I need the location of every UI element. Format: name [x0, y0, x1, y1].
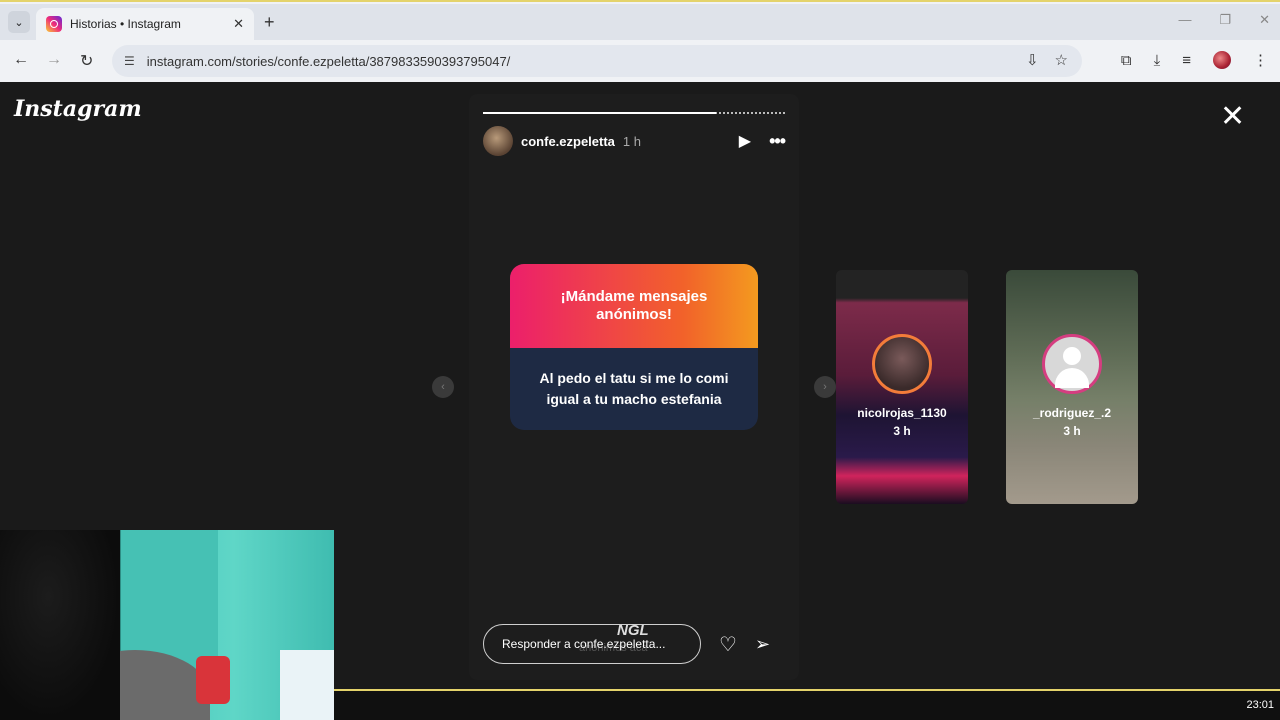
tab-title: Historias • Instagram	[70, 17, 181, 31]
media-control-icon[interactable]: ≡	[1182, 52, 1191, 69]
restore-icon[interactable]: ❐	[1219, 12, 1231, 28]
toolbar-actions: ⧉ ⤓ ≡ ⋮	[1121, 51, 1268, 69]
tab-search-icon[interactable]: ⌄	[8, 11, 30, 33]
browser-toolbar: ← → ↻ ☰ instagram.com/stories/confe.ezpe…	[0, 40, 1280, 84]
active-story[interactable]: confe.ezpeletta 1 h ▶ ••• ¡Mándame mensa…	[469, 94, 799, 680]
close-viewer-icon[interactable]: ✕	[1220, 102, 1245, 132]
instagram-favicon-icon	[46, 16, 62, 32]
ngl-card-header: ¡Mándame mensajes anónimos!	[510, 264, 758, 348]
window-close-icon[interactable]: ✕	[1259, 12, 1270, 28]
forward-icon[interactable]: →	[46, 51, 62, 69]
preview-username: _rodriguez_.2	[1032, 406, 1112, 420]
story-time: 1 h	[622, 133, 641, 149]
reload-icon[interactable]: ↻	[80, 51, 93, 71]
like-heart-icon[interactable]: ♡	[719, 632, 737, 657]
address-bar[interactable]: ☰ instagram.com/stories/confe.ezpeletta/…	[112, 45, 1082, 77]
webcam-overlay	[0, 530, 334, 720]
next-story-icon[interactable]: ›	[814, 376, 836, 398]
taskbar-clock: 23:01	[1246, 699, 1274, 711]
more-options-icon[interactable]: •••	[769, 131, 786, 152]
extensions-icon[interactable]: ⧉	[1121, 52, 1132, 69]
story-user-avatar[interactable]	[483, 126, 513, 156]
address-bar-actions: ⇩ ☆	[1026, 51, 1068, 69]
webcam-phone	[196, 656, 230, 704]
ngl-message: Al pedo el tatu si me lo comi igual a tu…	[539, 370, 729, 407]
menu-kebab-icon[interactable]: ⋮	[1253, 51, 1268, 69]
ngl-title: ¡Mándame mensajes anónimos!	[560, 288, 708, 323]
story-reply-row: Responder a confe.ezpeletta... ♡ ➢	[483, 624, 785, 664]
story-progress-bar	[483, 112, 785, 114]
preview-time: 3 h	[893, 424, 911, 438]
bookmark-star-icon[interactable]: ☆	[1055, 51, 1068, 69]
webcam-bed	[280, 650, 334, 720]
downloads-icon[interactable]: ⤓	[1154, 52, 1161, 69]
play-icon[interactable]: ▶	[739, 131, 751, 151]
tab-close-icon[interactable]: ✕	[233, 16, 244, 32]
tab-active[interactable]: Historias • Instagram ✕	[36, 8, 254, 40]
webcam-background-door	[118, 530, 218, 670]
preview-time: 3 h	[1063, 424, 1081, 438]
instagram-logo[interactable]: Instagram	[14, 96, 142, 122]
minimize-icon[interactable]: —	[1178, 12, 1191, 28]
new-tab-icon[interactable]: +	[264, 12, 275, 33]
default-avatar-icon	[1042, 334, 1102, 394]
story-header: confe.ezpeletta 1 h ▶ •••	[483, 126, 786, 156]
preview-username: nicolrojas_1130	[857, 406, 947, 420]
window-controls: — ❐ ✕	[1178, 12, 1270, 28]
back-icon[interactable]: ←	[13, 51, 29, 69]
share-send-icon[interactable]: ➢	[755, 634, 770, 655]
ngl-question-card: ¡Mándame mensajes anónimos! Al pedo el t…	[510, 264, 758, 430]
install-app-icon[interactable]: ⇩	[1026, 51, 1039, 69]
browser-chrome: ⌄ Historias • Instagram ✕ + — ❐ ✕ ← → ↻ …	[0, 0, 1280, 84]
story-progress-fill	[483, 112, 716, 114]
site-info-icon[interactable]: ☰	[124, 54, 135, 68]
preview-avatar	[872, 334, 932, 394]
story-username[interactable]: confe.ezpeletta	[521, 134, 615, 149]
next-story-preview[interactable]: nicolrojas_1130 3 h	[836, 270, 968, 504]
reply-input[interactable]: Responder a confe.ezpeletta...	[483, 624, 701, 664]
previous-story-icon[interactable]: ‹	[432, 376, 454, 398]
profile-avatar[interactable]	[1213, 51, 1231, 69]
taskbar: 23:01	[334, 689, 1280, 720]
url-text[interactable]: instagram.com/stories/confe.ezpeletta/38…	[147, 54, 511, 69]
ngl-card-body: Al pedo el tatu si me lo comi igual a tu…	[510, 348, 758, 430]
next-story-preview[interactable]: _rodriguez_.2 3 h	[1006, 270, 1138, 504]
tab-strip: ⌄ Historias • Instagram ✕ + — ❐ ✕	[0, 4, 1280, 40]
webcam-person	[0, 530, 120, 720]
